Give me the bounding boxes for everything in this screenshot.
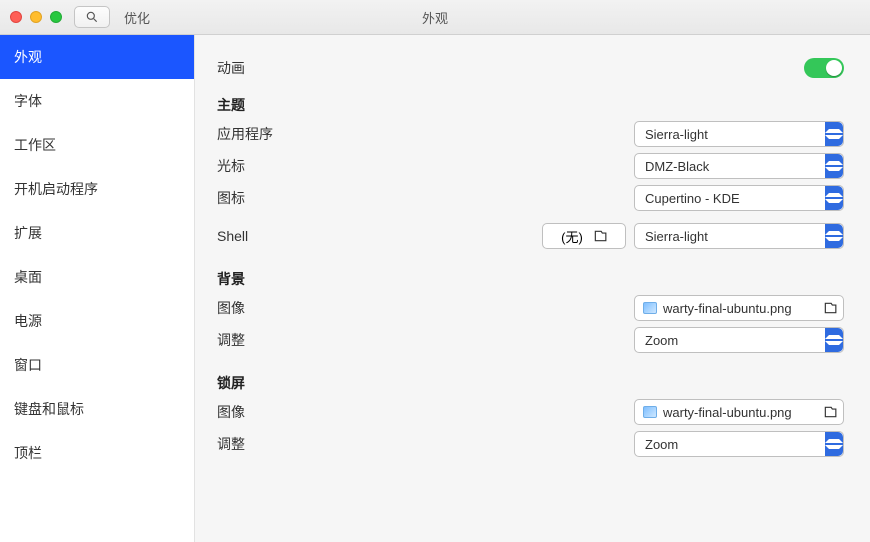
stepper-icon xyxy=(825,186,843,210)
titlebar: 优化 外观 xyxy=(0,0,870,35)
sidebar-item-label: 开机启动程序 xyxy=(14,179,98,199)
sidebar-item-desktop[interactable]: 桌面 xyxy=(0,255,194,299)
open-file-icon xyxy=(593,229,607,243)
background-image-button[interactable]: warty-final-ubuntu.png xyxy=(634,295,844,321)
stepper-icon xyxy=(825,224,843,248)
sidebar-item-label: 桌面 xyxy=(14,267,42,287)
lockscreen-adjust-select[interactable]: Zoom xyxy=(634,431,844,457)
sidebar-item-extensions[interactable]: 扩展 xyxy=(0,211,194,255)
search-button[interactable] xyxy=(74,6,110,28)
open-file-icon xyxy=(823,301,837,315)
icon-theme-value: Cupertino - KDE xyxy=(645,191,740,206)
shell-theme-value: Sierra-light xyxy=(645,229,708,244)
animation-label: 动画 xyxy=(217,58,307,78)
animation-toggle[interactable] xyxy=(804,58,844,78)
stepper-icon xyxy=(825,328,843,352)
sidebar-item-keyboard-mouse[interactable]: 键盘和鼠标 xyxy=(0,387,194,431)
sidebar-item-startup[interactable]: 开机启动程序 xyxy=(0,167,194,211)
stepper-icon xyxy=(825,432,843,456)
theme-heading: 主题 xyxy=(217,95,844,115)
background-adjust-label: 调整 xyxy=(217,330,307,350)
sidebar-item-label: 键盘和鼠标 xyxy=(14,399,84,419)
sidebar-item-label: 字体 xyxy=(14,91,42,111)
shell-theme-label: Shell xyxy=(217,228,307,244)
stepper-icon xyxy=(825,122,843,146)
content-panel: 动画 主题 应用程序 Sierra-light 光标 DMZ-Black xyxy=(195,35,870,542)
open-file-icon xyxy=(823,405,837,419)
lockscreen-adjust-value: Zoom xyxy=(645,437,678,452)
background-image-label: 图像 xyxy=(217,298,307,318)
sidebar-item-label: 工作区 xyxy=(14,135,56,155)
lockscreen-adjust-label: 调整 xyxy=(217,434,307,454)
maximize-icon[interactable] xyxy=(50,11,62,23)
application-theme-label: 应用程序 xyxy=(217,124,307,144)
lockscreen-image-button[interactable]: warty-final-ubuntu.png xyxy=(634,399,844,425)
sidebar-item-label: 顶栏 xyxy=(14,443,42,463)
sidebar-item-label: 扩展 xyxy=(14,223,42,243)
shell-none-button[interactable]: (无) xyxy=(542,223,626,249)
close-icon[interactable] xyxy=(10,11,22,23)
sidebar: 外观 字体 工作区 开机启动程序 扩展 桌面 电源 窗口 键盘和鼠标 顶栏 xyxy=(0,35,195,542)
sidebar-item-power[interactable]: 电源 xyxy=(0,299,194,343)
cursor-theme-value: DMZ-Black xyxy=(645,159,709,174)
icon-theme-label: 图标 xyxy=(217,188,307,208)
background-adjust-select[interactable]: Zoom xyxy=(634,327,844,353)
sidebar-item-appearance[interactable]: 外观 xyxy=(0,35,194,79)
stepper-icon xyxy=(825,154,843,178)
window-title: 外观 xyxy=(422,8,448,27)
sidebar-item-label: 窗口 xyxy=(14,355,42,375)
sidebar-item-windows[interactable]: 窗口 xyxy=(0,343,194,387)
sidebar-item-topbar[interactable]: 顶栏 xyxy=(0,431,194,475)
sidebar-item-fonts[interactable]: 字体 xyxy=(0,79,194,123)
shell-theme-select[interactable]: Sierra-light xyxy=(634,223,844,249)
cursor-theme-label: 光标 xyxy=(217,156,307,176)
background-image-value: warty-final-ubuntu.png xyxy=(663,301,817,316)
search-icon xyxy=(85,10,99,24)
image-file-icon xyxy=(643,406,657,418)
application-theme-value: Sierra-light xyxy=(645,127,708,142)
window-controls xyxy=(10,11,62,23)
sidebar-item-workspaces[interactable]: 工作区 xyxy=(0,123,194,167)
shell-none-label: (无) xyxy=(561,227,583,246)
lockscreen-image-label: 图像 xyxy=(217,402,307,422)
application-theme-select[interactable]: Sierra-light xyxy=(634,121,844,147)
background-adjust-value: Zoom xyxy=(645,333,678,348)
lockscreen-heading: 锁屏 xyxy=(217,373,844,393)
sidebar-item-label: 电源 xyxy=(14,311,42,331)
minimize-icon[interactable] xyxy=(30,11,42,23)
lockscreen-image-value: warty-final-ubuntu.png xyxy=(663,405,817,420)
background-heading: 背景 xyxy=(217,269,844,289)
cursor-theme-select[interactable]: DMZ-Black xyxy=(634,153,844,179)
sidebar-item-label: 外观 xyxy=(14,47,42,67)
app-name: 优化 xyxy=(124,8,150,27)
image-file-icon xyxy=(643,302,657,314)
icon-theme-select[interactable]: Cupertino - KDE xyxy=(634,185,844,211)
